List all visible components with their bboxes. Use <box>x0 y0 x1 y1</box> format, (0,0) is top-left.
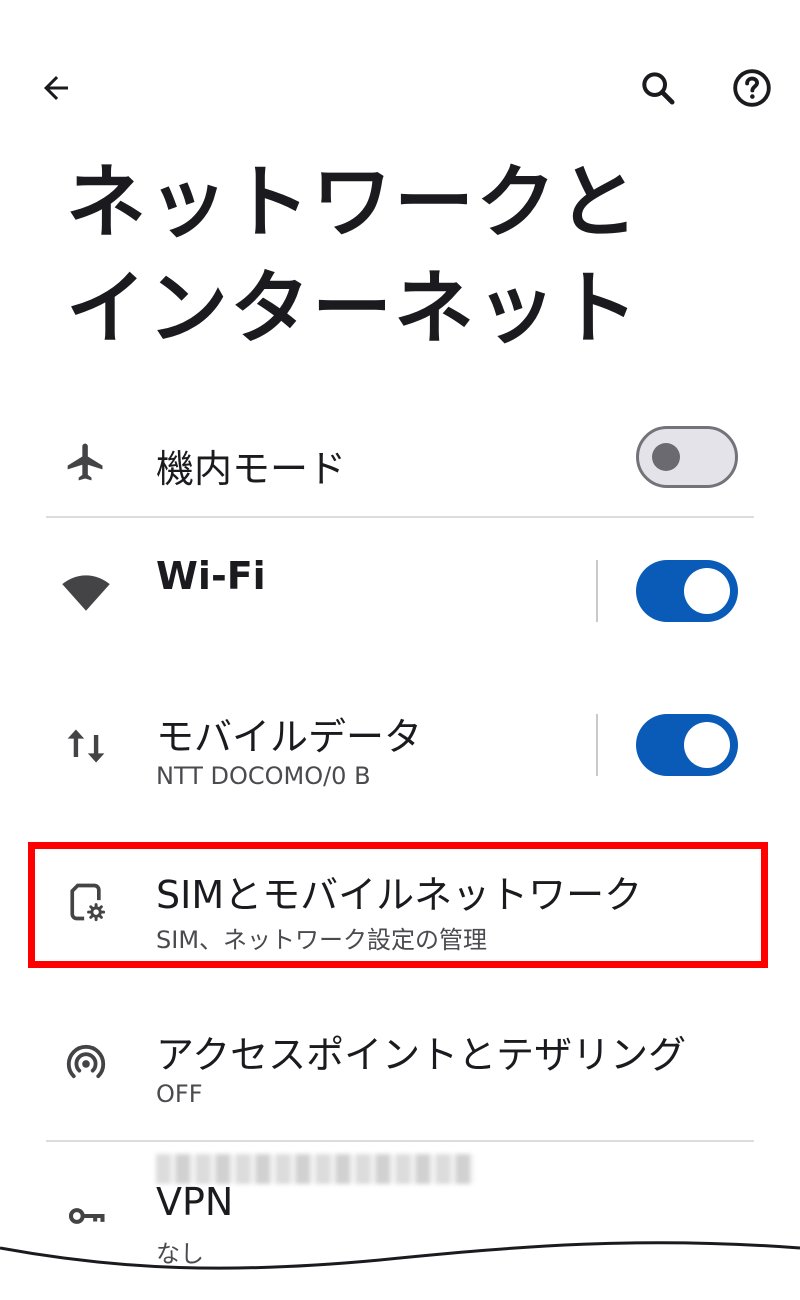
page-title: ネットワークと インターネット <box>66 150 766 362</box>
hotspot-icon <box>60 1036 112 1088</box>
page-title-line1: ネットワークと <box>66 156 640 249</box>
hotspot-tethering-row[interactable]: アクセスポイントとテザリング OFF <box>0 1018 800 1118</box>
toggle-knob <box>684 722 730 768</box>
arrow-left-icon <box>44 76 68 100</box>
hotspot-tethering-title: アクセスポイントとテザリング <box>156 1033 687 1077</box>
mobile-data-subtitle: NTT DOCOMO/0 B <box>156 762 371 790</box>
highlight-box <box>28 842 768 968</box>
airplane-mode-title: 機内モード <box>156 447 347 491</box>
help-circle-icon <box>733 69 771 107</box>
toggle-knob <box>684 568 730 614</box>
airplane-mode-toggle[interactable] <box>636 426 738 488</box>
divider <box>46 516 754 518</box>
wifi-row[interactable]: Wi-Fi <box>0 548 590 1184</box>
wifi-icon <box>60 566 112 618</box>
torn-edge <box>0 1241 800 1300</box>
vpn-title: VPN <box>156 1180 234 1224</box>
mobile-data-title: モバイルデータ <box>156 715 423 759</box>
mobile-data-toggle[interactable] <box>636 714 738 776</box>
airplane-icon <box>60 436 112 488</box>
vertical-divider <box>596 560 598 622</box>
vertical-divider <box>596 714 598 776</box>
airplane-mode-row[interactable]: 機内モード <box>0 414 800 514</box>
hotspot-tethering-subtitle: OFF <box>156 1080 203 1108</box>
wifi-title: Wi-Fi <box>156 554 266 598</box>
search-button[interactable] <box>636 66 680 110</box>
search-icon <box>642 72 675 105</box>
divider <box>46 1140 754 1142</box>
help-button[interactable] <box>730 66 774 110</box>
back-button[interactable] <box>34 66 78 110</box>
page-title-line2: インターネット <box>66 262 640 355</box>
toggle-knob <box>652 443 680 471</box>
mobile-data-icon <box>60 720 112 772</box>
mobile-data-row[interactable]: モバイルデータ NTT DOCOMO/0 B <box>0 700 590 800</box>
wifi-toggle[interactable] <box>636 560 738 622</box>
